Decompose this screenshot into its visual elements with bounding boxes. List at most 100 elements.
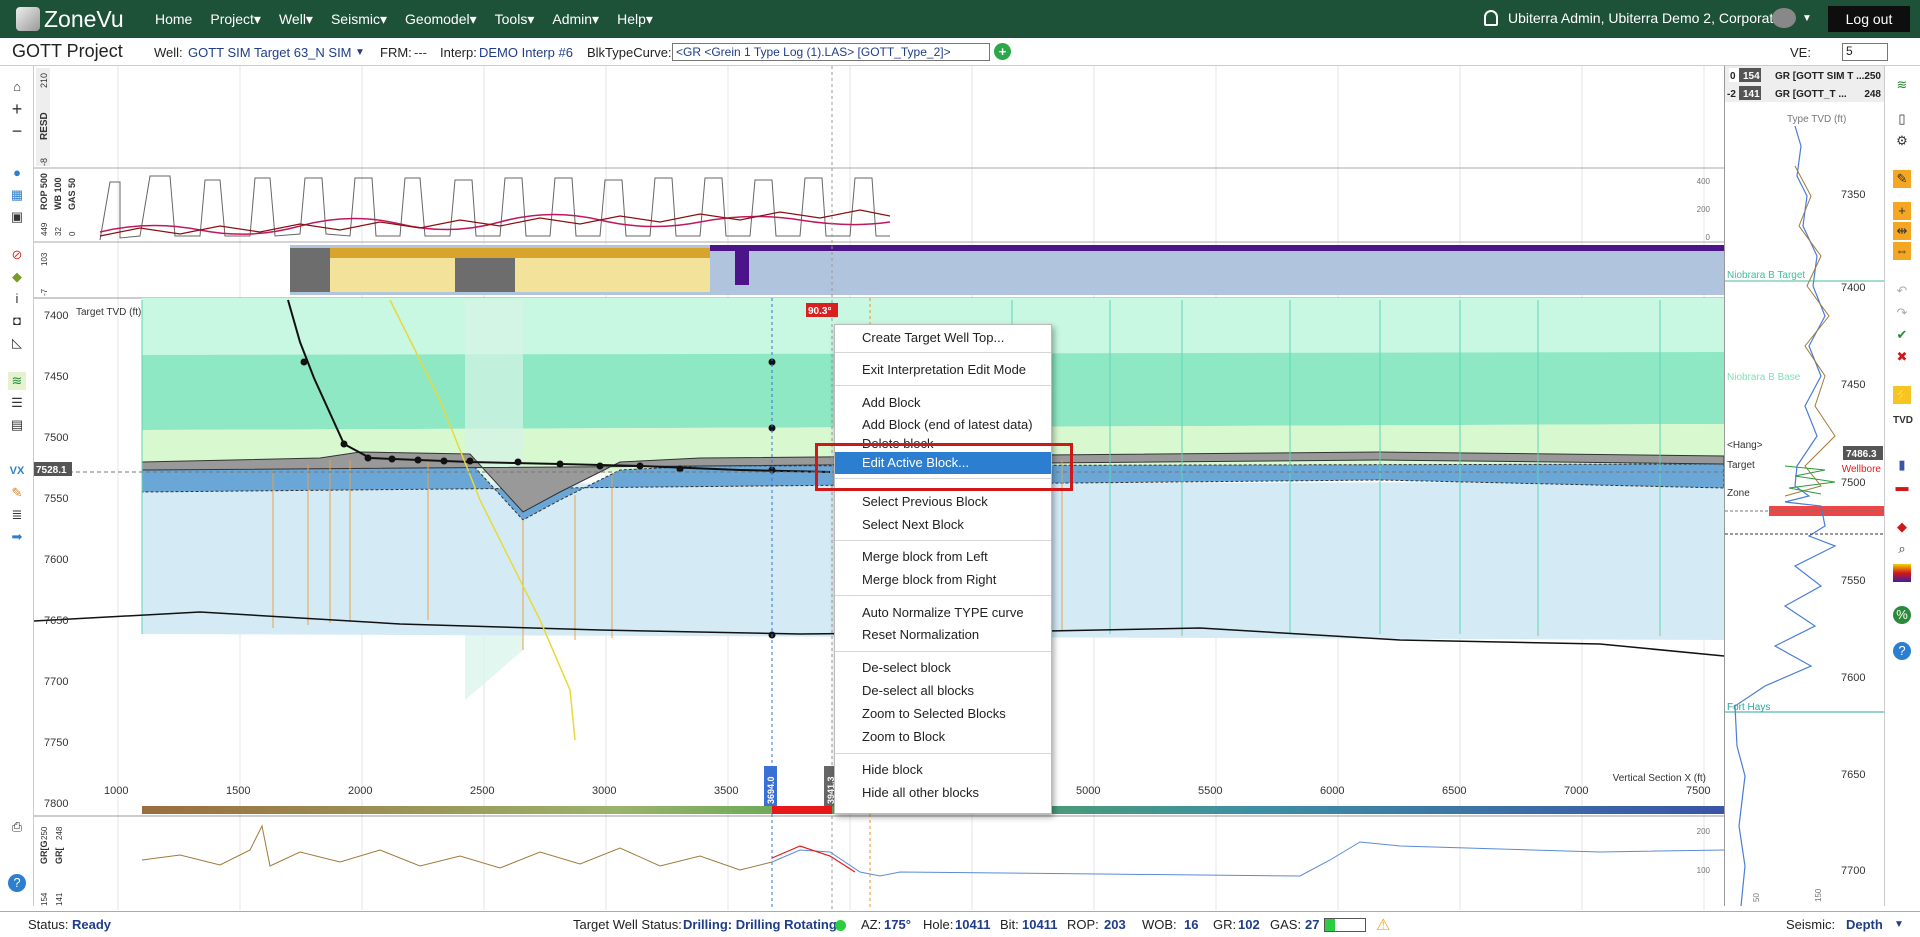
close-icon[interactable]: ✖: [1893, 348, 1911, 366]
tvd-icon[interactable]: TVD: [1893, 412, 1913, 430]
document-icon[interactable]: ▯: [1893, 110, 1911, 128]
x-tick: 5500: [1198, 785, 1222, 797]
x-tick: 6000: [1320, 785, 1344, 797]
hole-label: Hole:: [923, 917, 954, 932]
gr-right-tick: 200: [1697, 827, 1711, 836]
facies-band-orange: [330, 248, 710, 258]
facies-band-purple: [735, 251, 749, 285]
layers-icon[interactable]: ≋: [1893, 76, 1911, 94]
y-tick: 7450: [44, 371, 68, 383]
menu-auto-normalize[interactable]: Auto Normalize TYPE curve: [835, 602, 1051, 624]
warning-icon[interactable]: ⚠: [1376, 915, 1390, 935]
menu-separator: [835, 352, 1051, 353]
menu-add-block[interactable]: Add Block: [835, 392, 1051, 414]
menu-zoom-block[interactable]: Zoom to Block: [835, 726, 1051, 748]
split-icon[interactable]: ⇹: [1893, 222, 1911, 240]
top-label: Zone: [1727, 488, 1750, 499]
gas-label: GAS:: [1270, 917, 1302, 932]
gr-right-tick: 100: [1697, 866, 1711, 875]
x-tick: 2000: [348, 785, 372, 797]
typelog-bottom-tick: 50: [1752, 893, 1761, 902]
typelog-tick: 7650: [1841, 769, 1865, 781]
menu-hide-all-other[interactable]: Hide all other blocks: [835, 782, 1051, 804]
typelog-header1-a: 0: [1730, 71, 1736, 82]
redo-icon[interactable]: ↷: [1893, 304, 1911, 322]
typelog-header2-max: 248: [1864, 89, 1881, 100]
gas-track: [34, 168, 1724, 242]
gas-right-tick: 200: [1697, 205, 1711, 214]
typelog-ticks: 7350 7400 7450 7500 7550 7600 7650 7700: [1841, 189, 1865, 877]
x-axis-label: Vertical Section X (ft): [1613, 773, 1706, 784]
gr-label: GR[G: [39, 841, 49, 865]
x-tick: 6500: [1442, 785, 1466, 797]
menu-merge-left[interactable]: Merge block from Left: [835, 546, 1051, 568]
typelog-tick: 7400: [1841, 282, 1865, 294]
marker-a-value: 3694.0: [766, 776, 776, 804]
seismic-value[interactable]: Depth: [1846, 917, 1883, 932]
expand-icon[interactable]: ⇔: [1893, 242, 1911, 260]
check-icon[interactable]: ✔: [1893, 326, 1911, 344]
flag-icon[interactable]: ▬: [1893, 478, 1911, 496]
menu-zoom-selected[interactable]: Zoom to Selected Blocks: [835, 703, 1051, 725]
gr-value: 154: [40, 892, 49, 906]
menu-deselect-block[interactable]: De-select block: [835, 657, 1051, 679]
typelog-tick: 7350: [1841, 189, 1865, 201]
add-top-icon[interactable]: +: [1893, 202, 1911, 220]
rop-label: ROP:: [1067, 917, 1099, 932]
resd-top: 210: [39, 73, 49, 88]
active-segment: [772, 806, 832, 814]
menu-select-previous-block[interactable]: Select Previous Block: [835, 491, 1051, 513]
x-tick: 3000: [592, 785, 616, 797]
y-tick: 7500: [44, 432, 68, 444]
palette-icon[interactable]: ◆: [1893, 518, 1911, 536]
x-tick: 1500: [226, 785, 250, 797]
menu-create-target-well-top[interactable]: Create Target Well Top...: [835, 327, 1051, 349]
menu-deselect-all[interactable]: De-select all blocks: [835, 680, 1051, 702]
lightning-icon[interactable]: ⚡: [1893, 386, 1911, 404]
search-icon[interactable]: ⌕: [1893, 540, 1911, 558]
track-value: 449: [40, 222, 49, 236]
az-value: 175°: [884, 917, 911, 932]
gas-value: 27: [1305, 917, 1320, 932]
gr-label: GR:: [1213, 917, 1237, 932]
y-tick: 7600: [44, 554, 68, 566]
gr-label: GR[: [54, 848, 64, 865]
percent-icon[interactable]: %: [1893, 606, 1911, 624]
y-tick: 7650: [44, 615, 68, 627]
menu-separator: [835, 595, 1051, 596]
menu-merge-right[interactable]: Merge block from Right: [835, 569, 1051, 591]
pencil-icon[interactable]: ✎: [1893, 170, 1911, 188]
context-menu: Create Target Well Top... Exit Interpret…: [834, 324, 1052, 814]
facies-band-purple: [710, 245, 1724, 251]
wob-value: 16: [1184, 917, 1199, 932]
menu-select-next-block[interactable]: Select Next Block: [835, 514, 1051, 536]
colorscale-icon[interactable]: [1893, 564, 1911, 582]
bit-label: Bit:: [1000, 917, 1019, 932]
gear-icon[interactable]: ⚙: [1893, 132, 1911, 150]
tws-value: Drilling: Drilling Rotating: [683, 917, 837, 932]
top-label: Fort Hays: [1727, 702, 1770, 713]
tvd-cursor-value: 7528.1: [36, 465, 67, 476]
bars-icon[interactable]: ▮: [1893, 456, 1911, 474]
typelog-header2-b: 141: [1743, 89, 1760, 100]
menu-hide-block[interactable]: Hide block: [835, 759, 1051, 781]
typelog-bottom-tick: 150: [1814, 888, 1823, 902]
typelog-tick: 7600: [1841, 672, 1865, 684]
track-value: 32: [54, 227, 63, 236]
chevron-down-icon[interactable]: ▼: [1894, 919, 1904, 930]
az-label: AZ:: [861, 917, 882, 932]
status-bar: Status: Ready Target Well Status: Drilli…: [0, 911, 1920, 937]
undo-icon[interactable]: ↶: [1893, 282, 1911, 300]
typelog-badge-value: 7486.3: [1846, 449, 1877, 460]
typelog-tick: 7450: [1841, 379, 1865, 391]
help-icon[interactable]: ?: [1893, 642, 1911, 660]
top-label: Niobrara B Target: [1727, 270, 1805, 281]
menu-reset-normalization[interactable]: Reset Normalization: [835, 624, 1051, 646]
menu-separator: [835, 651, 1051, 652]
strip-label2: -7: [40, 288, 49, 296]
seismic-label: Seismic:: [1786, 917, 1836, 932]
menu-exit-interp-edit[interactable]: Exit Interpretation Edit Mode: [835, 359, 1051, 381]
top-label: Target: [1727, 460, 1755, 471]
type-log-panel[interactable]: 0 154 GR [GOTT SIM T ... 250 -2 141 GR […: [1724, 66, 1885, 906]
wb-label: WB 100: [53, 177, 63, 210]
